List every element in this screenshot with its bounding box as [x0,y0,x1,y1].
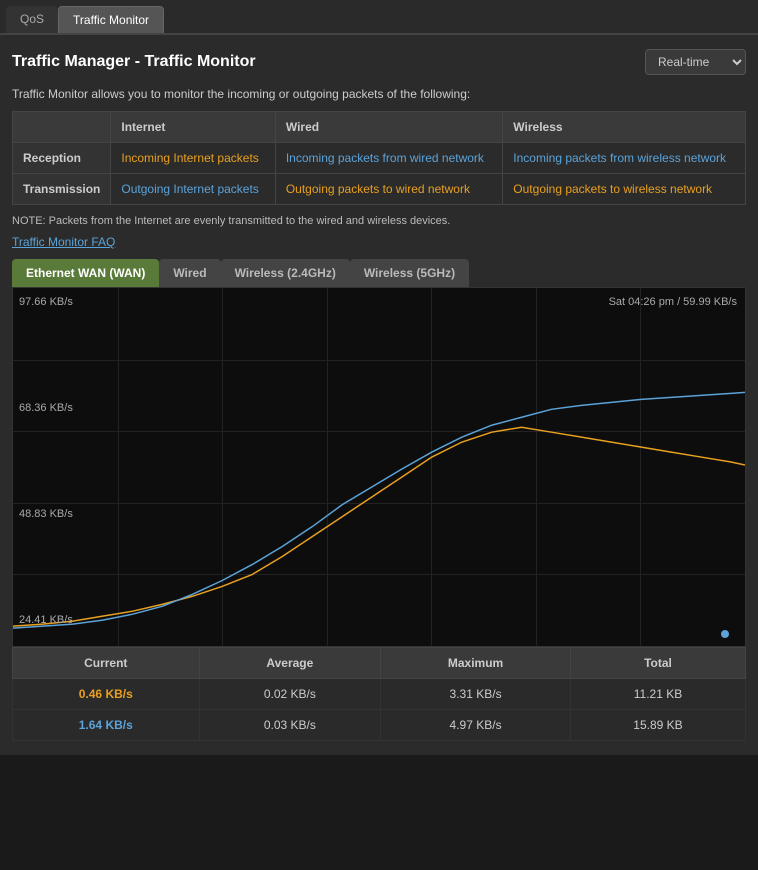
chart-svg [13,288,745,646]
stats-average-1: 0.02 KB/s [199,679,381,710]
cell-transmission-wired: Outgoing packets to wired network [275,174,502,205]
cell-reception-internet: Incoming Internet packets [111,143,275,174]
y-label-1: 97.66 KB/s [19,296,73,308]
stats-row-1: 0.46 KB/s 0.02 KB/s 3.31 KB/s 11.21 KB [13,679,746,710]
link-incoming-wireless[interactable]: Incoming packets from wireless network [513,151,726,165]
row-transmission: Transmission Outgoing Internet packets O… [13,174,746,205]
blue-line [13,392,745,628]
chart-y-labels: 97.66 KB/s 68.36 KB/s 48.83 KB/s 24.41 K… [19,288,73,646]
stats-col-current: Current [13,648,200,679]
stats-maximum-2: 4.97 KB/s [381,710,571,741]
link-outgoing-wireless[interactable]: Outgoing packets to wireless network [513,182,712,196]
faq-link[interactable]: Traffic Monitor FAQ [12,235,746,249]
tab-bar: QoS Traffic Monitor [0,0,758,35]
orange-line [13,427,745,626]
row-reception: Reception Incoming Internet packets Inco… [13,143,746,174]
stats-row-2: 1.64 KB/s 0.03 KB/s 4.97 KB/s 15.89 KB [13,710,746,741]
stats-total-2: 15.89 KB [570,710,745,741]
col-internet: Internet [111,112,275,143]
cell-reception-wireless: Incoming packets from wireless network [503,143,746,174]
note-section: NOTE: Packets from the Internet are even… [12,215,746,227]
stats-col-maximum: Maximum [381,648,571,679]
row-label-reception: Reception [13,143,111,174]
cell-transmission-internet: Outgoing Internet packets [111,174,275,205]
cell-transmission-wireless: Outgoing packets to wireless network [503,174,746,205]
monitor-tab-wired[interactable]: Wired [159,259,220,287]
link-outgoing-wired[interactable]: Outgoing packets to wired network [286,182,470,196]
y-label-2: 68.36 KB/s [19,402,73,414]
stats-average-2: 0.03 KB/s [199,710,381,741]
col-wired: Wired [275,112,502,143]
stats-col-total: Total [570,648,745,679]
page-title: Traffic Manager - Traffic Monitor [12,53,256,71]
col-wireless: Wireless [503,112,746,143]
stats-current-2: 1.64 KB/s [13,710,200,741]
link-incoming-internet[interactable]: Incoming Internet packets [121,151,258,165]
stats-col-average: Average [199,648,381,679]
col-empty [13,112,111,143]
stats-current-1: 0.46 KB/s [13,679,200,710]
stats-total-1: 11.21 KB [570,679,745,710]
tab-qos[interactable]: QoS [6,6,58,33]
stats-maximum-1: 3.31 KB/s [381,679,571,710]
chart-timestamp: Sat 04:26 pm / 59.99 KB/s [609,296,737,308]
indicator-dot [721,630,729,638]
monitor-tab-wan[interactable]: Ethernet WAN (WAN) [12,259,159,287]
y-label-4: 24.41 KB/s [19,614,73,626]
stats-table: Current Average Maximum Total 0.46 KB/s … [12,647,746,741]
monitor-tab-wireless-5[interactable]: Wireless (5GHz) [350,259,469,287]
realtime-select[interactable]: Real-time Last 30 min Last hour [645,49,746,75]
monitor-tabs: Ethernet WAN (WAN) Wired Wireless (2.4GH… [12,259,746,287]
chart-container: 97.66 KB/s 68.36 KB/s 48.83 KB/s 24.41 K… [12,287,746,647]
main-content: Traffic Manager - Traffic Monitor Real-t… [0,35,758,755]
tab-traffic-monitor[interactable]: Traffic Monitor [58,6,164,33]
info-table: Internet Wired Wireless Reception Incomi… [12,111,746,205]
cell-reception-wired: Incoming packets from wired network [275,143,502,174]
row-label-transmission: Transmission [13,174,111,205]
link-outgoing-internet[interactable]: Outgoing Internet packets [121,182,258,196]
y-label-3: 48.83 KB/s [19,508,73,520]
description: Traffic Monitor allows you to monitor th… [12,87,746,101]
link-incoming-wired[interactable]: Incoming packets from wired network [286,151,484,165]
monitor-tab-wireless-24[interactable]: Wireless (2.4GHz) [221,259,350,287]
header-row: Traffic Manager - Traffic Monitor Real-t… [12,49,746,75]
